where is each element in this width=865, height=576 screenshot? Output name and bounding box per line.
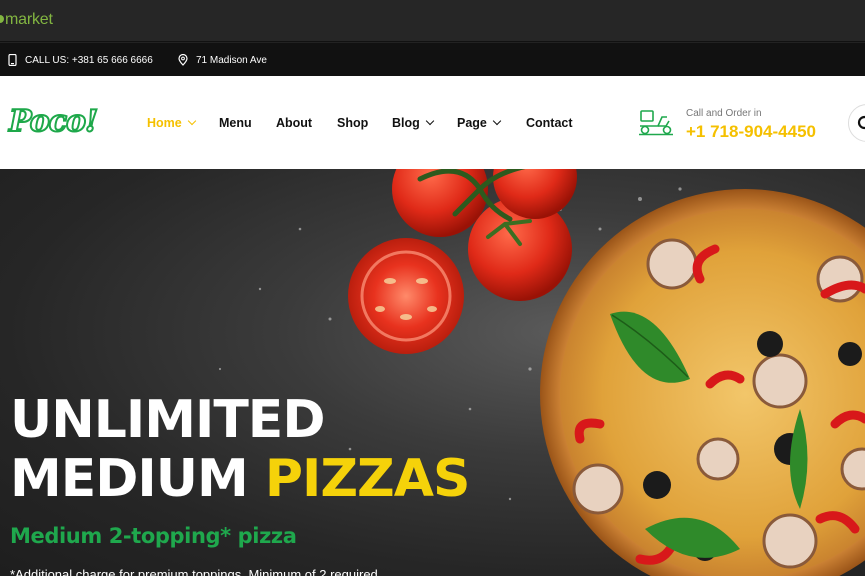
hero-headline: UNLIMITED MEDIUM PIZZAS (10, 390, 470, 509)
nav-home[interactable]: Home (147, 116, 196, 130)
info-phone: CALL US: +381 65 666 6666 (8, 54, 153, 66)
info-address: 71 Madison Ave (178, 54, 267, 66)
nav-blog[interactable]: Blog (392, 116, 435, 130)
search-button[interactable] (848, 104, 865, 142)
nav-contact[interactable]: Contact (526, 116, 573, 130)
nav-menu[interactable]: Menu (219, 116, 252, 130)
hero-note: *Additional charge for premium toppings.… (10, 567, 382, 576)
nav-page[interactable]: Page (457, 116, 502, 130)
marketplace-bar: market (0, 0, 865, 42)
call-phone[interactable]: +1 718-904-4450 (686, 122, 816, 142)
site-logo[interactable]: Poco! (8, 103, 99, 140)
marketplace-logo[interactable]: market (0, 11, 53, 29)
delivery-scooter-icon (639, 110, 673, 136)
logo-mark-icon (0, 15, 4, 23)
call-label: Call and Order in (686, 108, 762, 119)
search-icon (857, 115, 865, 130)
nav-shop[interactable]: Shop (337, 116, 368, 130)
nav-about[interactable]: About (276, 116, 312, 130)
hero-section: UNLIMITED MEDIUM PIZZAS Medium 2-topping… (0, 169, 865, 576)
chevron-down-icon (492, 116, 502, 126)
info-bar: CALL US: +381 65 666 6666 71 Madison Ave (0, 43, 865, 76)
phone-icon (8, 54, 17, 66)
chevron-down-icon (425, 116, 435, 126)
chevron-down-icon (187, 116, 196, 126)
hero-subtitle: Medium 2-topping* pizza (10, 524, 297, 548)
location-pin-icon (178, 54, 188, 66)
site-header: Poco! Home Menu About Shop Blog Page Con… (0, 76, 865, 169)
hero-image (218, 169, 865, 576)
